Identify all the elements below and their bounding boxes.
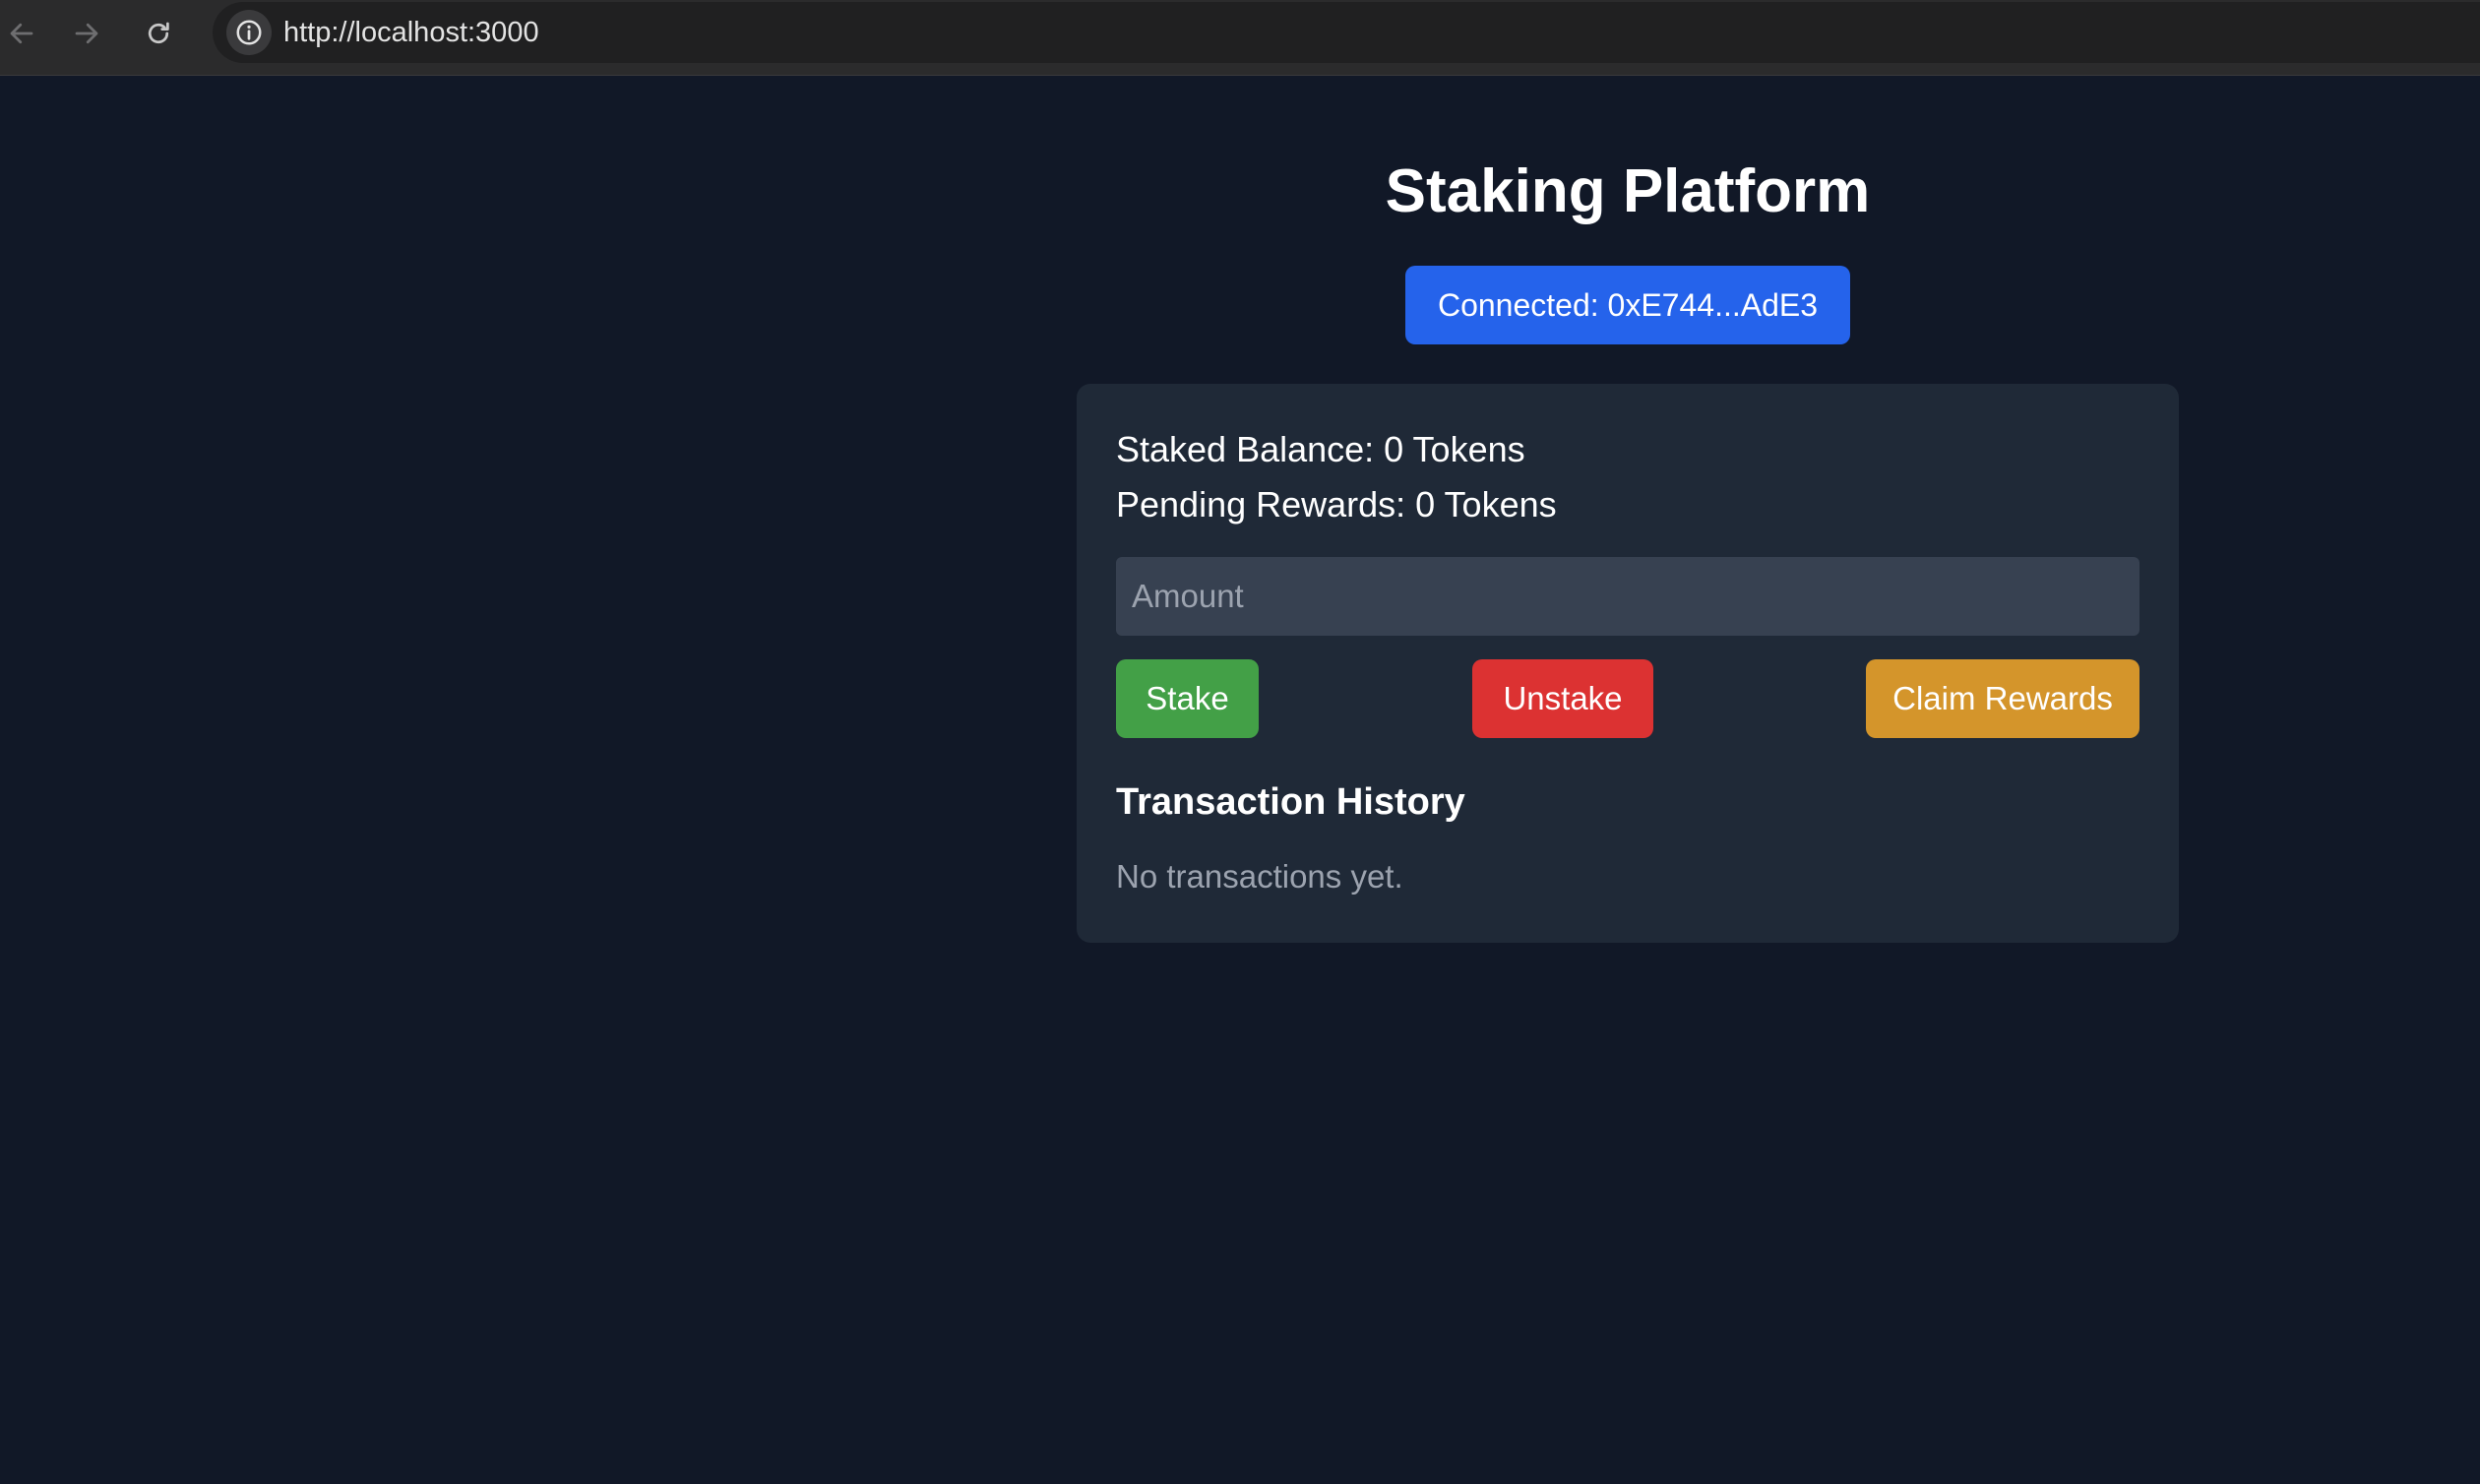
info-icon [236, 20, 262, 45]
staking-card: Staked Balance: 0 Tokens Pending Rewards… [1077, 384, 2179, 943]
page-title: Staking Platform [1385, 157, 1871, 225]
forward-button[interactable] [65, 12, 108, 55]
stake-button[interactable]: Stake [1116, 659, 1259, 738]
transaction-history-title: Transaction History [1116, 781, 1465, 823]
staked-balance: Staked Balance: 0 Tokens [1116, 429, 1525, 469]
amount-input[interactable] [1116, 557, 2139, 636]
arrow-right-icon [75, 23, 98, 44]
arrow-left-icon [10, 23, 33, 44]
url-text[interactable]: http://localhost:3000 [283, 2, 539, 63]
site-info-button[interactable] [226, 10, 272, 55]
transaction-history-empty: No transactions yet. [1116, 858, 1403, 895]
address-bar[interactable]: http://localhost:3000 [213, 2, 2480, 63]
reload-icon [148, 22, 169, 44]
unstake-button[interactable]: Unstake [1472, 659, 1653, 738]
claim-rewards-button[interactable]: Claim Rewards [1866, 659, 2139, 738]
back-button[interactable] [0, 12, 43, 55]
pending-rewards: Pending Rewards: 0 Tokens [1116, 484, 1557, 525]
reload-button[interactable] [137, 12, 180, 55]
wallet-connect-button[interactable]: Connected: 0xE744...AdE3 [1405, 266, 1850, 344]
browser-toolbar: http://localhost:3000 [0, 0, 2480, 76]
